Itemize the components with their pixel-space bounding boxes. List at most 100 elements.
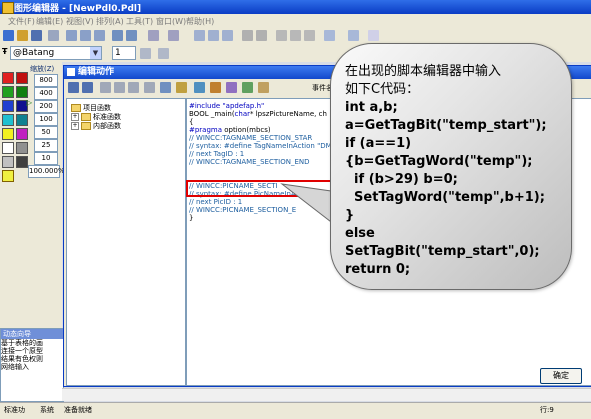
paste-icon[interactable]	[128, 82, 139, 93]
status-left2[interactable]: 系统	[40, 405, 54, 415]
line-style-icon[interactable]	[158, 48, 169, 59]
menu-help[interactable]: 帮助(H)	[186, 16, 214, 27]
function-icon[interactable]	[226, 82, 237, 93]
zoom-200[interactable]: 200	[34, 100, 58, 113]
menu-window[interactable]: 窗口(W)	[156, 16, 186, 27]
color-swatch-magenta[interactable]	[16, 128, 28, 140]
ok-button[interactable]: 确定	[540, 368, 582, 384]
zoom-50[interactable]: 50	[34, 126, 58, 139]
run-icon[interactable]	[48, 30, 59, 41]
color-swatch-white[interactable]	[2, 142, 14, 154]
zoom-pointer-icon: ▷	[26, 98, 33, 107]
menu-bar: 文件(F) 编辑(E) 视图(V) 排列(A) 工具(T) 窗口(W) 帮助(H…	[0, 14, 591, 27]
save-icon[interactable]	[31, 30, 42, 41]
zoom-in-icon[interactable]	[194, 30, 205, 41]
color-swatch-darkred[interactable]	[16, 72, 28, 84]
status-ready: 准备就绪	[64, 406, 92, 414]
callout-line: if (b>29) b=0;	[345, 172, 458, 187]
layer2-icon[interactable]	[290, 30, 301, 41]
align-icon[interactable]	[148, 30, 159, 41]
callout-line: a=GetTagBit("temp_start");	[345, 118, 547, 133]
color-swatch-blue[interactable]	[2, 100, 14, 112]
help-icon[interactable]	[368, 30, 379, 41]
zoom-out-icon[interactable]	[208, 30, 219, 41]
zoom-current[interactable]: 100.000%	[28, 165, 65, 178]
zoom-800[interactable]: 800	[34, 74, 58, 87]
color-swatch-yellow[interactable]	[2, 128, 14, 140]
menu-arrange[interactable]: 排列(A)	[96, 16, 124, 27]
zoom-25[interactable]: 25	[34, 139, 58, 152]
copy-icon[interactable]	[114, 82, 125, 93]
font-combo[interactable]: @Batang ▼	[10, 46, 102, 60]
callout-line: {b=GetTagWord("temp");	[345, 154, 533, 169]
cut-icon[interactable]	[100, 82, 111, 93]
snap-icon[interactable]	[256, 30, 267, 41]
code-line: // WINCC:TAGNAME_SECTION_STAR	[189, 134, 313, 142]
menu-tools[interactable]: 工具(T)	[126, 16, 153, 27]
delete-icon[interactable]	[144, 82, 155, 93]
copy-icon[interactable]	[80, 30, 91, 41]
zoom-400[interactable]: 400	[34, 87, 58, 100]
zoom-label: 缩放(Z)	[30, 65, 55, 73]
color-swatch-gray[interactable]	[16, 142, 28, 154]
callout-line: return 0;	[345, 262, 411, 277]
cut-icon[interactable]	[66, 30, 77, 41]
color-swatch-green[interactable]	[2, 86, 14, 98]
menu-file[interactable]: 文件(F)	[8, 16, 35, 27]
tag-icon[interactable]	[194, 82, 205, 93]
info-icon[interactable]	[258, 82, 269, 93]
bold-icon[interactable]	[140, 48, 151, 59]
wizard-title: 动态向导	[1, 329, 63, 339]
color-swatch-darkgreen[interactable]	[16, 86, 28, 98]
open-icon[interactable]	[17, 30, 28, 41]
status-line: 行:9	[540, 406, 554, 414]
tree-item-internal-functions[interactable]: + 内部函数	[71, 121, 121, 131]
redo-icon[interactable]	[126, 30, 137, 41]
title-bar: 图形编辑器 - [NewPdl0.Pdl]	[0, 0, 591, 14]
color-swatch-silver[interactable]	[2, 156, 14, 168]
color-swatch-red[interactable]	[2, 72, 14, 84]
save-icon[interactable]	[68, 82, 79, 93]
code-line: }	[189, 214, 194, 222]
paste-icon[interactable]	[94, 30, 105, 41]
import-icon[interactable]	[176, 82, 187, 93]
color-swatch-teal[interactable]	[16, 114, 28, 126]
picture-icon[interactable]	[210, 82, 221, 93]
wizard-item[interactable]: 结果有色权则	[1, 355, 63, 363]
wizard-item[interactable]: 网络输入	[1, 363, 63, 371]
compile-icon[interactable]	[82, 82, 93, 93]
undo-icon[interactable]	[112, 30, 123, 41]
instruction-callout: 在出现的脚本编辑器中输入 如下C代码： int a,b; a=GetTagBit…	[330, 43, 572, 290]
size-combo[interactable]: 1	[112, 46, 136, 60]
color-swatch-darkgray[interactable]	[16, 156, 28, 168]
grid-icon[interactable]	[242, 30, 253, 41]
new-icon[interactable]	[3, 30, 14, 41]
properties-icon[interactable]	[324, 30, 335, 41]
color-swatch-cyan[interactable]	[2, 114, 14, 126]
code-line: BOOL _main(char* lpszPictureName, ch	[189, 110, 327, 118]
color-swatch-selected[interactable]	[2, 170, 14, 182]
callout-line: int a,b;	[345, 100, 398, 115]
status-left1[interactable]: 标准功	[4, 405, 25, 415]
chevron-down-icon[interactable]: ▼	[90, 47, 101, 59]
layer3-icon[interactable]	[304, 30, 315, 41]
expand-icon[interactable]: +	[71, 113, 79, 121]
folder-icon	[81, 122, 91, 130]
menu-edit[interactable]: 编辑(E)	[36, 16, 63, 27]
callout-line: 如下C代码：	[345, 82, 420, 97]
export-icon[interactable]	[242, 82, 253, 93]
undo-icon[interactable]	[160, 82, 171, 93]
library-icon[interactable]	[348, 30, 359, 41]
wizard-item[interactable]: 基于表格的画	[1, 339, 63, 347]
layer-icon[interactable]	[276, 30, 287, 41]
group-icon[interactable]	[168, 30, 179, 41]
zoom-fit-icon[interactable]	[222, 30, 233, 41]
zoom-100[interactable]: 100	[34, 113, 58, 126]
zoom-10[interactable]: 10	[34, 152, 58, 165]
expand-icon[interactable]: +	[71, 122, 79, 130]
horizontal-scrollbar[interactable]	[62, 388, 591, 401]
wizard-item[interactable]: 连接一个原型	[1, 347, 63, 355]
callout-line: }	[345, 208, 355, 223]
menu-view[interactable]: 视图(V)	[66, 16, 94, 27]
window-title: 图形编辑器 - [NewPdl0.Pdl]	[14, 4, 142, 14]
